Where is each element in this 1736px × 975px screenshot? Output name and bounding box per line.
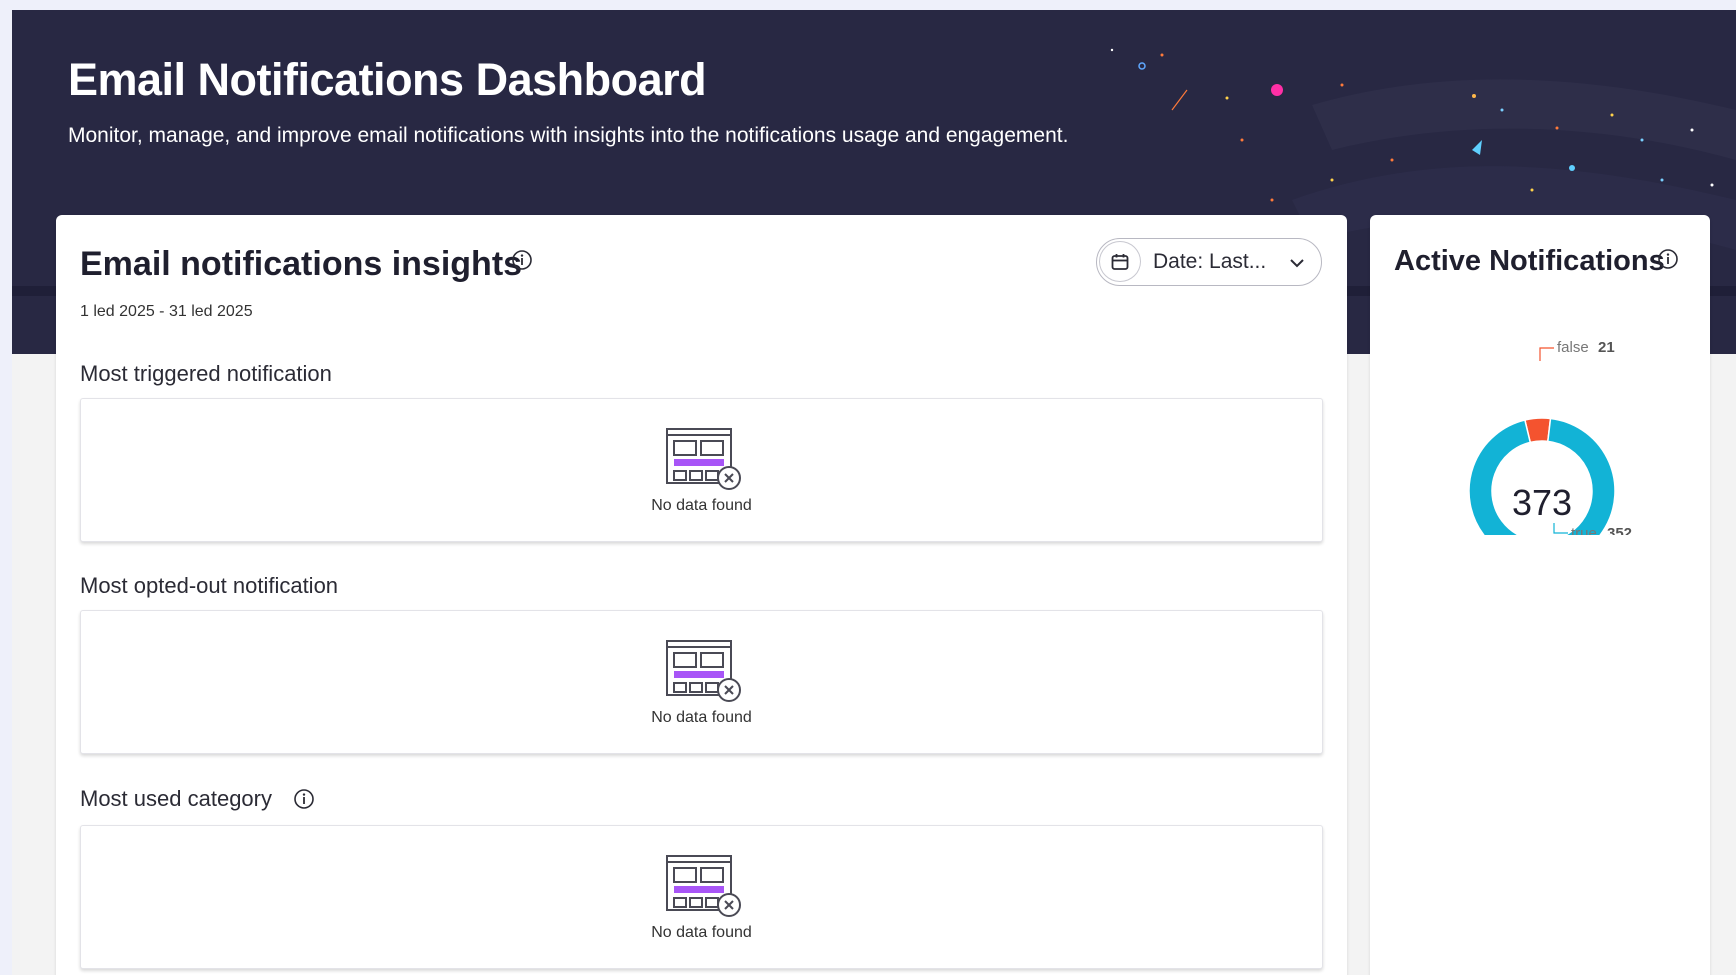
true-leader-line: [1553, 523, 1568, 534]
donut-total: 373: [1512, 482, 1572, 523]
donut-chart-svg: 373 false 21 true 352: [1468, 339, 1632, 565]
empty-text: No data found: [651, 497, 752, 514]
page-subtitle: Monitor, manage, and improve email notif…: [68, 124, 1069, 147]
empty-text: No data found: [651, 924, 752, 941]
false-leader-line: [1539, 347, 1554, 361]
no-data-illustration-icon: [666, 640, 741, 702]
no-data-illustration-icon: [666, 428, 741, 490]
section-label-most-opted-out: Most opted-out notification: [80, 573, 339, 598]
false-value: 21: [1598, 339, 1615, 356]
date-filter-label: Date: Last...: [1153, 250, 1267, 273]
section-label-most-used-category: Most used category: [80, 786, 272, 811]
donut-chart: 373 false 21 true 352: [1370, 305, 1710, 565]
false-label: false: [1557, 339, 1589, 356]
chevron-down-icon: [1290, 259, 1304, 268]
true-value: 352: [1607, 525, 1632, 535]
empty-text: No data found: [651, 709, 752, 726]
insights-title: Email notifications insights: [80, 245, 523, 283]
empty-state-most-opted-out: No data found: [80, 610, 1323, 754]
empty-state-most-used-category: No data found: [80, 825, 1323, 969]
page-title: Email Notifications Dashboard: [68, 54, 707, 105]
insights-card: Email notifications insights 1 led 2025 …: [56, 215, 1347, 975]
date-range: 1 led 2025 - 31 led 2025: [80, 303, 253, 320]
calendar-icon: [1099, 241, 1141, 282]
active-notifications-title: Active Notifications: [1394, 245, 1665, 277]
empty-state-most-triggered: No data found: [80, 398, 1323, 542]
info-icon[interactable]: [511, 249, 533, 271]
active-notifications-card: Active Notifications 373 false 21 true 3…: [1370, 215, 1710, 975]
date-filter-button[interactable]: Date: Last...: [1096, 238, 1322, 286]
app-frame: Email Notifications Dashboard Monitor, m…: [12, 10, 1736, 975]
true-label: true: [1571, 525, 1597, 535]
section-label-most-triggered: Most triggered notification: [80, 361, 332, 386]
no-data-illustration-icon: [666, 855, 741, 917]
info-icon[interactable]: [1657, 248, 1679, 270]
info-icon[interactable]: [293, 788, 315, 810]
